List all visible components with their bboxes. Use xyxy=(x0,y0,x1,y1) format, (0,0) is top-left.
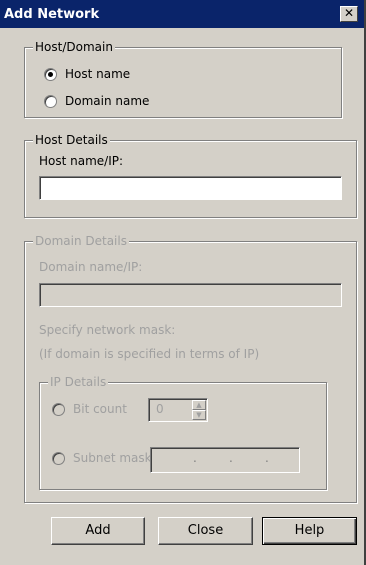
close-button[interactable]: Close xyxy=(158,517,253,545)
radio-icon-unchecked[interactable] xyxy=(44,94,57,108)
ip-details-legend: IP Details xyxy=(48,375,109,389)
host-details-group: Host Details Host name/IP: xyxy=(24,133,357,218)
ip-separator: . xyxy=(229,451,233,465)
domain-details-legend: Domain Details xyxy=(33,234,129,248)
domain-name-ip-label: Domain name/IP: xyxy=(39,260,143,274)
host-details-legend: Host Details xyxy=(33,133,110,147)
radio-bit-count-label: Bit count xyxy=(73,402,127,416)
host-name-ip-input[interactable] xyxy=(39,176,342,200)
radio-host-name[interactable]: Host name xyxy=(44,67,130,81)
host-domain-group: Host/Domain Host name Domain name xyxy=(24,40,342,118)
domain-details-group: Domain Details Domain name/IP: Specify n… xyxy=(24,234,357,503)
title-bar[interactable]: Add Network ✕ xyxy=(0,0,364,28)
subnet-mask-input[interactable]: . . . xyxy=(150,447,300,473)
network-mask-note: (If domain is specified in terms of IP) xyxy=(39,347,260,361)
add-network-dialog: Add Network ✕ Host/Domain Host name Doma… xyxy=(0,0,366,565)
host-name-ip-label: Host name/IP: xyxy=(39,154,124,168)
close-window-button[interactable]: ✕ xyxy=(340,6,358,22)
bit-count-spinner[interactable]: 0 ▲ ▼ xyxy=(148,398,208,422)
radio-icon-checked[interactable] xyxy=(44,67,57,81)
radio-subnet-mask-label: Subnet mask xyxy=(73,451,152,465)
ip-separator: . xyxy=(265,451,269,465)
radio-domain-name[interactable]: Domain name xyxy=(44,94,149,108)
host-domain-legend: Host/Domain xyxy=(33,40,115,54)
bit-count-value: 0 xyxy=(156,402,164,416)
radio-host-name-label: Host name xyxy=(65,67,131,81)
radio-subnet-mask[interactable]: Subnet mask xyxy=(52,451,152,465)
radio-domain-name-label: Domain name xyxy=(65,94,150,108)
radio-bit-count[interactable]: Bit count xyxy=(52,402,127,416)
add-button[interactable]: Add xyxy=(51,517,145,545)
domain-name-ip-input[interactable] xyxy=(39,283,342,307)
radio-icon-unchecked[interactable] xyxy=(52,451,65,465)
help-button[interactable]: Help xyxy=(262,517,357,545)
dialog-title: Add Network xyxy=(4,7,100,22)
radio-icon-unchecked[interactable] xyxy=(52,402,65,416)
ip-separator: . xyxy=(193,451,197,465)
spin-down-icon[interactable]: ▼ xyxy=(192,410,206,420)
close-icon: ✕ xyxy=(343,6,355,20)
spin-up-icon[interactable]: ▲ xyxy=(192,400,206,410)
ip-details-group: IP Details Bit count 0 ▲ ▼ Subnet mask .… xyxy=(39,375,327,490)
network-mask-label: Specify network mask: xyxy=(39,323,176,337)
